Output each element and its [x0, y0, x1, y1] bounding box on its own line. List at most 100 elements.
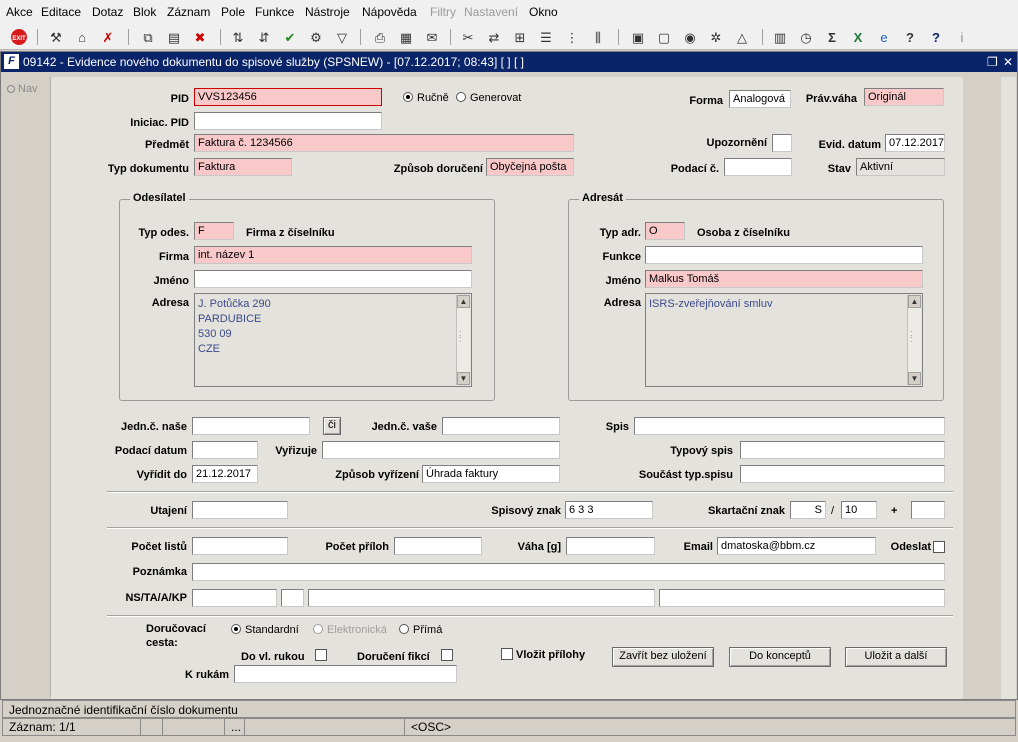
excel-icon[interactable]: X — [848, 27, 868, 47]
ns-field[interactable] — [192, 589, 277, 607]
menu-zaznam[interactable]: Záznam — [167, 5, 210, 19]
chart-icon[interactable]: ▥ — [770, 27, 790, 47]
adresa-adr-area[interactable]: ISRS-zveřejňování smluv ▲:: ▼ — [645, 293, 923, 387]
delete-icon[interactable]: ✖ — [190, 27, 210, 47]
help-icon[interactable]: ? — [900, 27, 920, 47]
predmet-field[interactable]: Faktura č. 1234566 — [194, 134, 574, 152]
tree-icon[interactable]: ⊞ — [510, 27, 530, 47]
list-icon[interactable]: ☰ — [536, 27, 556, 47]
exit-icon[interactable]: EXIT — [9, 27, 29, 47]
ulozit-a-dalsi-button[interactable]: Uložit a další — [845, 647, 947, 667]
copy-icon[interactable]: ⧉ — [138, 27, 158, 47]
restore-icon[interactable]: ❐ — [987, 55, 998, 69]
radio-standardni[interactable]: Standardní — [231, 624, 299, 636]
jednc-vase-field[interactable] — [442, 417, 560, 435]
gear-icon[interactable]: ✲ — [706, 27, 726, 47]
soucast-field[interactable] — [740, 465, 945, 483]
menu-akce[interactable]: Akce — [6, 5, 33, 19]
menu-nastroje[interactable]: Nástroje — [305, 5, 350, 19]
wrench-icon[interactable]: ⚙ — [306, 27, 326, 47]
pravaha-field[interactable]: Originál — [864, 88, 944, 106]
paste-icon[interactable]: ▤ — [164, 27, 184, 47]
lhuta-field[interactable]: 10 — [841, 501, 877, 519]
firma-field[interactable]: int. název 1 — [194, 246, 472, 264]
spisovy-field[interactable]: 6 3 3 — [565, 501, 653, 519]
utajeni-field[interactable] — [192, 501, 288, 519]
typdok-field[interactable]: Faktura — [194, 158, 292, 176]
radio-generovat[interactable]: Generovat — [456, 92, 521, 104]
pocet-listu-field[interactable] — [192, 537, 288, 555]
cancel-icon[interactable]: ✗ — [98, 27, 118, 47]
doruceni-fikci-checkbox[interactable] — [441, 649, 453, 661]
menu-okno[interactable]: Okno — [529, 5, 558, 19]
kp-field[interactable] — [659, 589, 945, 607]
mail-icon[interactable]: ✉ — [422, 27, 442, 47]
window-scrollbar[interactable] — [1001, 77, 1016, 699]
columns2-icon[interactable]: ⫼ — [588, 27, 608, 47]
iniciac-field[interactable] — [194, 112, 382, 130]
typovy-spis-field[interactable] — [740, 441, 945, 459]
vyrizuje-field[interactable] — [322, 441, 560, 459]
check-icon[interactable]: ✔ — [280, 27, 300, 47]
adresa-odes-area[interactable]: J. Potůčka 290 PARDUBICE 530 09 CZE ▲:: ▼ — [194, 293, 472, 387]
house-icon[interactable]: ⌂ — [72, 27, 92, 47]
odeslat-checkbox[interactable] — [933, 541, 945, 553]
hammer-icon[interactable]: ⚒ — [46, 27, 66, 47]
scissors-icon[interactable]: ✂ — [458, 27, 478, 47]
page-icon[interactable]: ▢ — [654, 27, 674, 47]
sigma-icon[interactable]: Σ — [822, 27, 842, 47]
columns-icon[interactable]: ⋮ — [562, 27, 582, 47]
transfer-icon[interactable]: ⇄ — [484, 27, 504, 47]
skartacni-field[interactable]: S — [790, 501, 826, 519]
menu-funkce[interactable]: Funkce — [255, 5, 294, 19]
sort-asc-icon[interactable]: ⇅ — [228, 27, 248, 47]
radio-rucne[interactable]: Ručně — [403, 92, 449, 104]
do-konceptu-button[interactable]: Do konceptů — [729, 647, 831, 667]
adresa-odes-scrollbar[interactable]: ▲:: ▼ — [456, 295, 470, 385]
jmeno-odes-field[interactable] — [194, 270, 472, 288]
mountain-icon[interactable]: △ — [732, 27, 752, 47]
funkce-field[interactable] — [645, 246, 923, 264]
ta-field[interactable] — [281, 589, 304, 607]
poznamka-field[interactable] — [192, 563, 945, 581]
pid-field[interactable]: VVS123456 — [194, 88, 382, 106]
menu-blok[interactable]: Blok — [133, 5, 156, 19]
do-vl-rukou-checkbox[interactable] — [315, 649, 327, 661]
menu-editace[interactable]: Editace — [41, 5, 81, 19]
vaha-field[interactable] — [566, 537, 655, 555]
close-icon[interactable]: ✕ — [1003, 55, 1013, 69]
podaci-field[interactable] — [724, 158, 792, 176]
zpusob-field[interactable]: Obyčejná pošta — [486, 158, 574, 176]
preview-icon[interactable]: ▦ — [396, 27, 416, 47]
zavrit-bez-ulozeni-button[interactable]: Zavřít bez uložení — [612, 647, 714, 667]
nav-item[interactable]: Nav — [7, 83, 38, 95]
menu-dotaz[interactable]: Dotaz — [92, 5, 123, 19]
typ-adr-field[interactable]: O — [645, 222, 685, 240]
vlozit-prilohy-checkbox[interactable] — [501, 648, 513, 660]
zpusob-vyrizeni-field[interactable]: Úhrada faktury — [422, 465, 560, 483]
adresa-adr-scrollbar[interactable]: ▲:: ▼ — [907, 295, 921, 385]
ci-button[interactable]: či — [323, 417, 341, 435]
k-rukam-field[interactable] — [234, 665, 457, 683]
globe-icon[interactable]: ◉ — [680, 27, 700, 47]
menu-napoveda[interactable]: Nápověda — [362, 5, 417, 19]
clock-icon[interactable]: ◷ — [796, 27, 816, 47]
jmeno-adr-field[interactable]: Malkus Tomáš — [645, 270, 923, 288]
vyridit-field[interactable]: 21.12.2017 — [192, 465, 258, 483]
jednc-nase-field[interactable] — [192, 417, 310, 435]
clipboard-icon[interactable]: ▣ — [628, 27, 648, 47]
a-field[interactable] — [308, 589, 655, 607]
menu-pole[interactable]: Pole — [221, 5, 245, 19]
typ-odes-field[interactable]: F — [194, 222, 234, 240]
email-field[interactable]: dmatoska@bbm.cz — [717, 537, 876, 555]
evid-field[interactable]: 07.12.2017 — [885, 134, 945, 152]
spis-field[interactable] — [634, 417, 945, 435]
podaci-datum-field[interactable] — [192, 441, 258, 459]
sort-desc-icon[interactable]: ⇵ — [254, 27, 274, 47]
edge-icon[interactable]: e — [874, 27, 894, 47]
filter-icon[interactable]: ▽ — [332, 27, 352, 47]
forma-field[interactable]: Analogová — [729, 90, 791, 108]
extra-field[interactable] — [911, 501, 945, 519]
question-icon[interactable]: ? — [926, 27, 946, 47]
radio-prima[interactable]: Přímá — [399, 624, 442, 636]
